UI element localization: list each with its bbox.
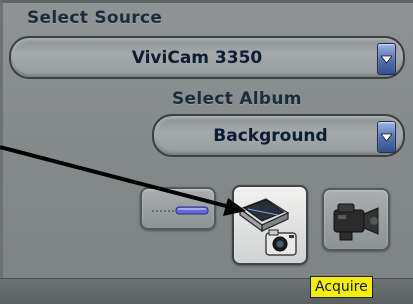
scanner-camera-icon bbox=[238, 198, 297, 256]
source-dropdown-button[interactable] bbox=[377, 43, 396, 75]
select-source-label: Select Source bbox=[27, 8, 163, 28]
album-dropdown-button[interactable] bbox=[377, 121, 396, 153]
chevron-down-icon bbox=[381, 55, 392, 64]
source-dropdown[interactable]: ViviCam 3350 bbox=[9, 36, 405, 79]
acquire-button[interactable] bbox=[232, 185, 308, 265]
source-selected-value: ViviCam 3350 bbox=[131, 47, 263, 68]
select-album-label: Select Album bbox=[172, 89, 302, 109]
chevron-down-icon bbox=[381, 133, 392, 142]
acquire-tooltip: Acquire bbox=[310, 276, 373, 298]
album-dropdown[interactable]: Background bbox=[152, 114, 405, 157]
pen-tool-button[interactable] bbox=[140, 187, 216, 230]
video-camera-icon bbox=[333, 203, 379, 241]
pen-icon bbox=[152, 206, 209, 215]
video-capture-button[interactable] bbox=[322, 188, 390, 251]
album-selected-value: Background bbox=[213, 125, 328, 146]
